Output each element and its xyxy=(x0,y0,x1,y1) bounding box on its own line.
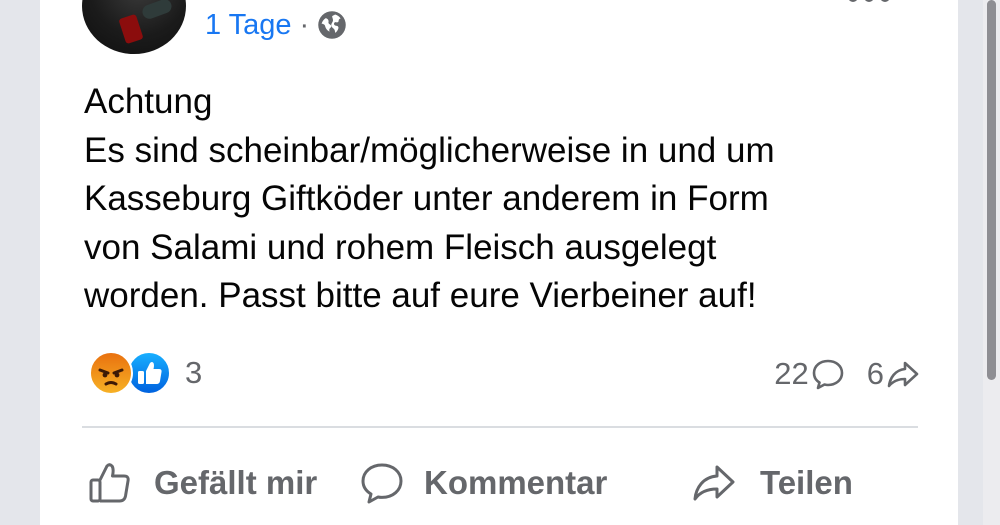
engagement-stats: 22 6 xyxy=(774,352,920,396)
post-actions: Gefällt mir Kommentar Teilen xyxy=(82,455,918,511)
globe-icon xyxy=(318,11,346,39)
post-meta: 1 Tage · xyxy=(205,7,347,43)
share-button-label: Teilen xyxy=(760,464,853,501)
more-options-button[interactable] xyxy=(848,0,896,6)
post-text-line: Achtung xyxy=(84,82,213,121)
comment-icon xyxy=(361,463,403,504)
reactions-summary[interactable]: 3 xyxy=(89,350,202,396)
post-text: Achtung Es sind scheinbar/möglicherweise… xyxy=(84,78,904,321)
thumbs-up-icon xyxy=(89,463,130,503)
angry-reaction-icon xyxy=(89,351,133,395)
comment-button[interactable]: Kommentar xyxy=(360,455,607,511)
avatar-detail xyxy=(140,0,174,21)
share-count[interactable]: 6 xyxy=(867,356,884,392)
dot-icon xyxy=(880,0,890,2)
comment-count[interactable]: 22 xyxy=(774,356,808,392)
share-button[interactable]: Teilen xyxy=(692,455,853,511)
meta-separator: · xyxy=(299,8,310,41)
post-text-line: von Salami und rohem Fleisch ausgelegt xyxy=(84,227,717,267)
post-text-line: worden. Passt bitte auf eure Vierbeiner … xyxy=(84,276,757,315)
scrollbar-thumb[interactable] xyxy=(987,0,996,380)
post-text-line: Es sind scheinbar/möglicherweise in und … xyxy=(84,130,775,170)
share-count-icon xyxy=(887,361,919,388)
post-text-line: Kasseburg Giftköder unter anderem in For… xyxy=(84,179,769,218)
dot-icon xyxy=(848,0,858,2)
like-reaction-icon xyxy=(127,351,171,395)
like-button-label: Gefällt mir xyxy=(154,464,318,501)
avatar-detail xyxy=(118,13,144,45)
like-button[interactable]: Gefällt mir xyxy=(88,455,317,511)
reaction-count: 3 xyxy=(185,355,203,390)
share-icon xyxy=(693,465,735,501)
scrollbar[interactable] xyxy=(983,0,1000,525)
divider xyxy=(82,426,918,428)
comment-button-label: Kommentar xyxy=(424,464,608,501)
dot-icon xyxy=(864,0,874,2)
comment-count-icon xyxy=(812,359,844,390)
post-timestamp[interactable]: 1 Tage xyxy=(205,9,292,42)
